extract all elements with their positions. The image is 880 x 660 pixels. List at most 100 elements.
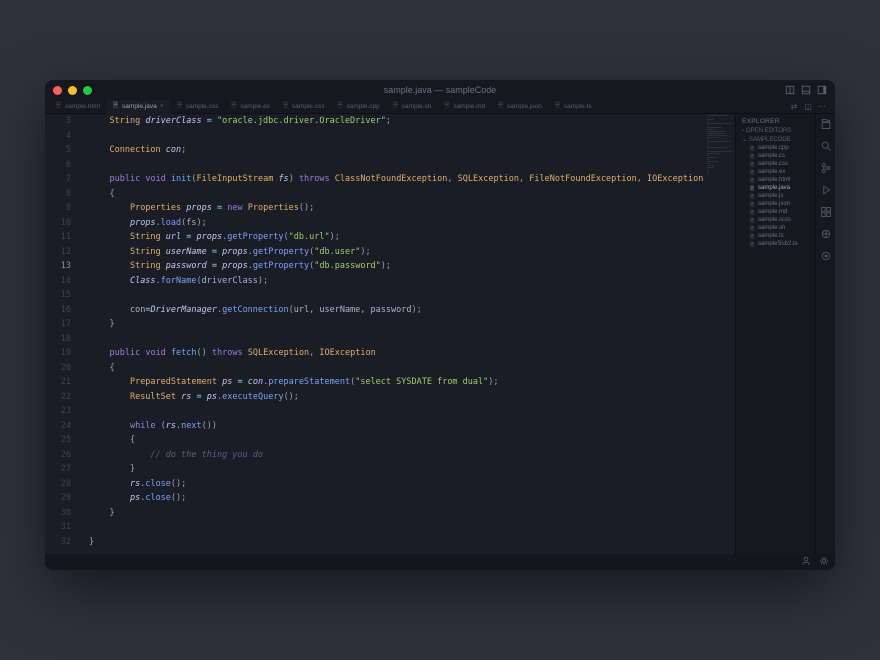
file-label: sample.html	[758, 177, 790, 183]
theme-icon[interactable]	[820, 250, 832, 262]
code-line[interactable]: String url = props.getProperty("db.url")…	[89, 230, 735, 245]
file-icon: 🗎	[443, 103, 450, 110]
debug-icon[interactable]	[820, 184, 832, 196]
file-item[interactable]: 🗎sample.cs	[736, 152, 815, 160]
explorer-section-open-editors[interactable]: › OPEN EDITORS	[736, 127, 815, 135]
file-item[interactable]: 🗎sample.cpp	[736, 144, 815, 152]
code-line[interactable]: public void init(FileInputStream fs) thr…	[89, 172, 735, 187]
line-number: 27	[45, 462, 71, 477]
code-line[interactable]: }	[89, 462, 735, 477]
more-icon[interactable]: ⋯	[817, 102, 827, 112]
file-item[interactable]: 🗎sample.css	[736, 160, 815, 168]
line-number: 5	[45, 143, 71, 158]
tab-sample-ts[interactable]: 🗎sample.ts	[548, 100, 598, 114]
code-line[interactable]: {	[89, 187, 735, 202]
file-item[interactable]: 🗎sample.html	[736, 176, 815, 184]
file-icon: 🗎	[750, 234, 755, 239]
file-label: sample.ts	[758, 233, 784, 239]
minimap[interactable]	[703, 114, 735, 554]
code-line[interactable]: props.load(fs);	[89, 216, 735, 231]
tab-sample-java[interactable]: 🗎sample.java×	[106, 100, 170, 114]
line-number: 29	[45, 491, 71, 506]
file-item[interactable]: 🗎sampleSub2.ts	[736, 240, 815, 248]
code-line[interactable]: Properties props = new Properties();	[89, 201, 735, 216]
line-number: 14	[45, 274, 71, 289]
account-icon[interactable]	[801, 556, 811, 568]
extensions-icon[interactable]	[820, 206, 832, 218]
code-line[interactable]	[89, 158, 735, 173]
settings-icon[interactable]	[819, 556, 829, 568]
minimize-icon[interactable]	[68, 86, 77, 95]
file-item[interactable]: 🗎sample.json	[736, 200, 815, 208]
tab-sample-sh[interactable]: 🗎sample.sh	[386, 100, 438, 114]
line-number: 12	[45, 245, 71, 260]
file-label: sample.cpp	[758, 145, 789, 151]
code-line[interactable]: }	[89, 317, 735, 332]
code-line[interactable]	[89, 520, 735, 535]
tab-label: sample.md	[453, 103, 485, 110]
source-control-icon[interactable]	[820, 162, 832, 174]
tab-sample-md[interactable]: 🗎sample.md	[437, 100, 491, 114]
code-line[interactable]: // do the thing you do	[89, 448, 735, 463]
editor[interactable]: 3456789101112131415161718192021222324252…	[45, 114, 735, 554]
titlebar-right-icons	[785, 85, 827, 95]
compare-icon[interactable]: ⇄	[789, 102, 799, 112]
maximize-icon[interactable]	[83, 86, 92, 95]
file-label: sample.cs	[758, 153, 785, 159]
code-line[interactable]: String userName = props.getProperty("db.…	[89, 245, 735, 260]
code-line[interactable]: String password = props.getProperty("db.…	[89, 259, 735, 274]
file-item[interactable]: 🗎sample.js	[736, 192, 815, 200]
tab-label: sample.css	[186, 103, 219, 110]
explorer-title: EXPLORER	[736, 116, 815, 127]
file-item[interactable]: 🗎sample.sh	[736, 224, 815, 232]
search-icon[interactable]	[820, 140, 832, 152]
line-number: 19	[45, 346, 71, 361]
file-item[interactable]: 🗎sample.ts	[736, 232, 815, 240]
code-area[interactable]: String driverClass = "oracle.jdbc.driver…	[81, 114, 735, 554]
code-line[interactable]: }	[89, 535, 735, 550]
code-line[interactable]: public void fetch() throws SQLException,…	[89, 346, 735, 361]
tab-sample-json[interactable]: 🗎sample.json	[491, 100, 548, 114]
code-line[interactable]: {	[89, 433, 735, 448]
tab-sample-css[interactable]: 🗎sample.css	[276, 100, 331, 114]
line-number: 8	[45, 187, 71, 202]
code-line[interactable]: while (rs.next())	[89, 419, 735, 434]
code-line[interactable]: ResultSet rs = ps.executeQuery();	[89, 390, 735, 405]
close-icon[interactable]: ×	[160, 103, 164, 110]
file-item[interactable]: 🗎sample.ex	[736, 168, 815, 176]
tab-sample-ex[interactable]: 🗎sample.ex	[224, 100, 276, 114]
file-icon: 🗎	[750, 194, 755, 199]
code-line[interactable]	[89, 332, 735, 347]
code-line[interactable]	[89, 129, 735, 144]
remote-icon[interactable]	[820, 228, 832, 240]
code-line[interactable]: Connection con;	[89, 143, 735, 158]
close-icon[interactable]	[53, 86, 62, 95]
tab-sample-css[interactable]: 🗎sample.css	[170, 100, 225, 114]
tab-sample-html[interactable]: 🗎sample.html	[49, 100, 106, 114]
sidebar-icon[interactable]	[817, 85, 827, 95]
split-icon[interactable]: ◫	[803, 102, 813, 112]
file-item[interactable]: 🗎sample.scss	[736, 216, 815, 224]
explorer-icon[interactable]	[820, 118, 832, 130]
code-line[interactable]: Class.forName(driverClass);	[89, 274, 735, 289]
layout-icon[interactable]	[785, 85, 795, 95]
code-line[interactable]: con=DriverManager.getConnection(url, use…	[89, 303, 735, 318]
window-controls	[53, 86, 92, 95]
code-line[interactable]: PreparedStatement ps = con.prepareStatem…	[89, 375, 735, 390]
file-item[interactable]: 🗎sample.md	[736, 208, 815, 216]
line-number: 3	[45, 114, 71, 129]
code-line[interactable]	[89, 404, 735, 419]
line-number: 15	[45, 288, 71, 303]
tab-sample-cpp[interactable]: 🗎sample.cpp	[330, 100, 385, 114]
code-line[interactable]: }	[89, 506, 735, 521]
file-item[interactable]: 🗎sample.java	[736, 184, 815, 192]
code-line[interactable]: {	[89, 361, 735, 376]
explorer-section-folder[interactable]: ⌄ SAMPLECODE	[736, 135, 815, 144]
code-line[interactable]: String driverClass = "oracle.jdbc.driver…	[89, 114, 735, 129]
code-line[interactable]	[89, 288, 735, 303]
line-number: 26	[45, 448, 71, 463]
code-line[interactable]: ps.close();	[89, 491, 735, 506]
panel-icon[interactable]	[801, 85, 811, 95]
code-line[interactable]: rs.close();	[89, 477, 735, 492]
titlebar: sample.java — sampleCode	[45, 80, 835, 100]
